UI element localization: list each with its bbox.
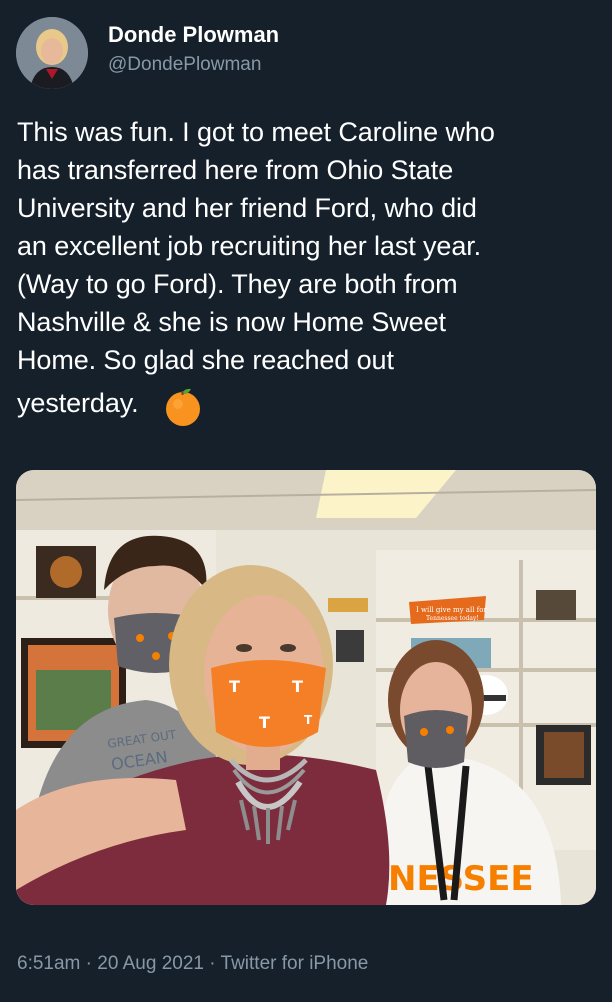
tweet-text-line: yesterday. xyxy=(17,388,139,418)
tweet-text-line: has transferred here from Ohio State xyxy=(17,155,454,185)
tweet-text-line: an excellent job recruiting her last yea… xyxy=(17,231,482,261)
avatar[interactable] xyxy=(16,17,88,89)
user-handle[interactable]: @DondePlowman xyxy=(108,52,279,78)
tweet-text-last-line: yesterday. xyxy=(17,379,597,427)
selfie-photo: I will give my all for Tennessee today! … xyxy=(16,470,596,905)
avatar-image xyxy=(16,17,88,89)
sign-text: I will give my all for xyxy=(416,606,487,614)
svg-text:T: T xyxy=(259,713,270,732)
sign-text: Tennessee today! xyxy=(426,615,479,622)
tweet-photo[interactable]: I will give my all for Tennessee today! … xyxy=(16,470,596,905)
tweet-time[interactable]: 6:51am xyxy=(17,953,80,974)
tweet-meta: 6:51am · 20 Aug 2021 · Twitter for iPhon… xyxy=(17,951,368,977)
tweet-date[interactable]: 20 Aug 2021 xyxy=(97,953,204,974)
tweet-text-line: (Way to go Ford). They are both from xyxy=(17,269,458,299)
svg-text:T: T xyxy=(304,713,313,727)
tweet-text-line: This was fun. I got to meet Caroline who xyxy=(17,117,495,147)
tweet-text-line: Home. So glad she reached out xyxy=(17,345,394,375)
tweet-card: Donde Plowman @DondePlowman This was fun… xyxy=(0,0,612,1002)
display-name[interactable]: Donde Plowman xyxy=(108,21,279,49)
svg-text:T: T xyxy=(229,677,240,696)
tweet-source[interactable]: Twitter for iPhone xyxy=(221,953,369,974)
meta-separator: · xyxy=(203,953,221,974)
tweet-text-line: University and her friend Ford, who did xyxy=(17,193,477,223)
tweet-text: This was fun. I got to meet Caroline who… xyxy=(17,113,597,427)
shirt-text: NESSEE xyxy=(388,859,534,899)
tweet-header: Donde Plowman @DondePlowman xyxy=(16,17,279,89)
meta-separator: · xyxy=(80,953,98,974)
tweet-text-line: Nashville & she is now Home Sweet xyxy=(17,307,446,337)
svg-text:T: T xyxy=(292,677,303,696)
orange-icon xyxy=(163,387,203,427)
